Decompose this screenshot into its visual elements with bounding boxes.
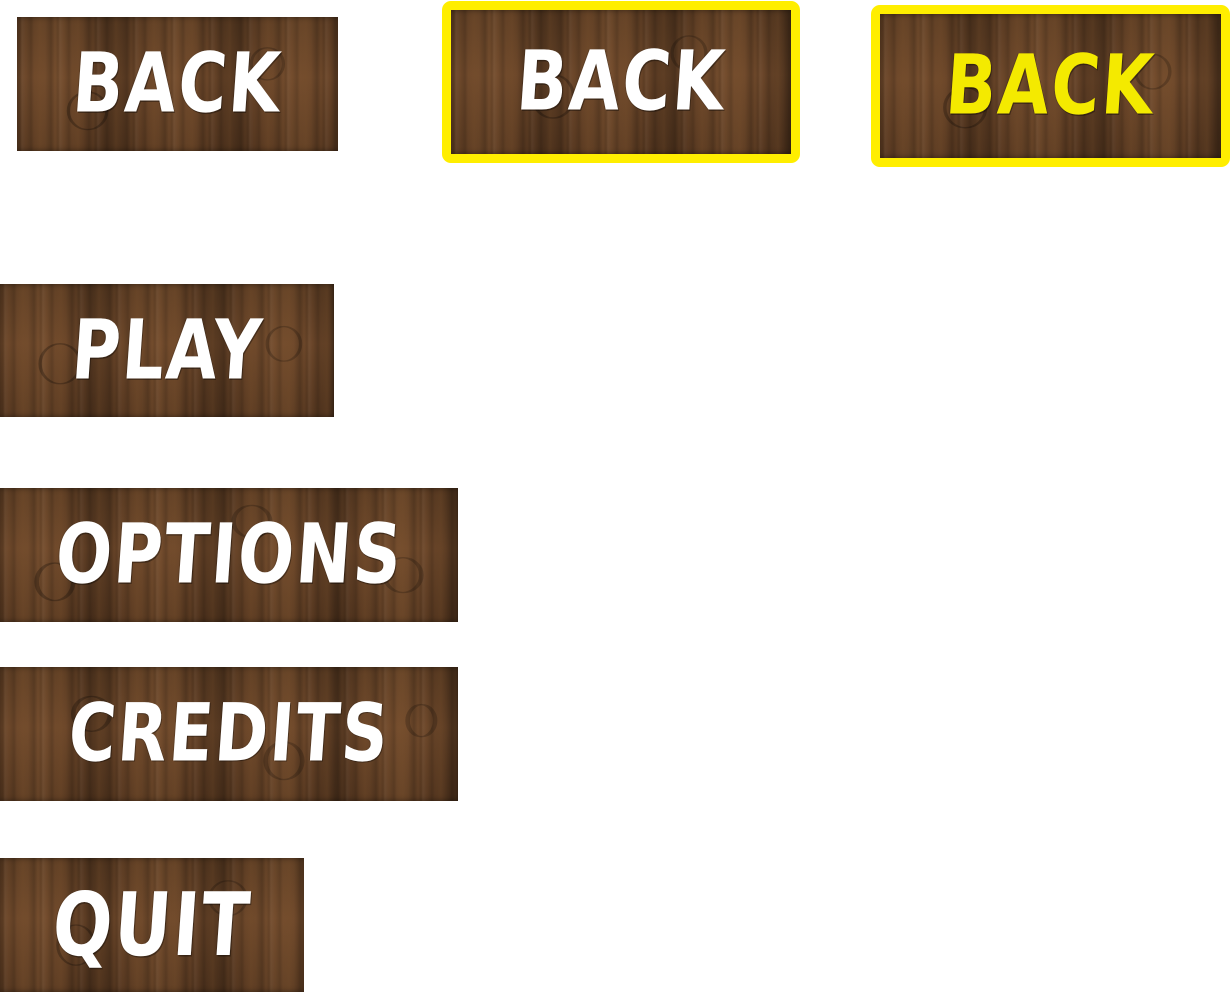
quit-button-label: QUIT bbox=[49, 873, 255, 977]
back-button-hover[interactable]: BACK bbox=[442, 1, 800, 163]
back-button-label: BACK bbox=[942, 37, 1159, 134]
credits-button-label: CREDITS bbox=[65, 687, 393, 781]
options-button-label: OPTIONS bbox=[52, 506, 406, 603]
back-button-normal[interactable]: BACK bbox=[17, 17, 338, 151]
options-button[interactable]: OPTIONS bbox=[0, 488, 458, 622]
quit-button[interactable]: QUIT bbox=[0, 858, 304, 992]
play-button[interactable]: PLAY bbox=[0, 284, 334, 417]
play-button-label: PLAY bbox=[68, 301, 266, 398]
back-button-pressed[interactable]: BACK bbox=[871, 5, 1230, 167]
back-button-label: BACK bbox=[69, 35, 286, 132]
credits-button[interactable]: CREDITS bbox=[0, 667, 458, 801]
back-button-label: BACK bbox=[513, 33, 729, 130]
